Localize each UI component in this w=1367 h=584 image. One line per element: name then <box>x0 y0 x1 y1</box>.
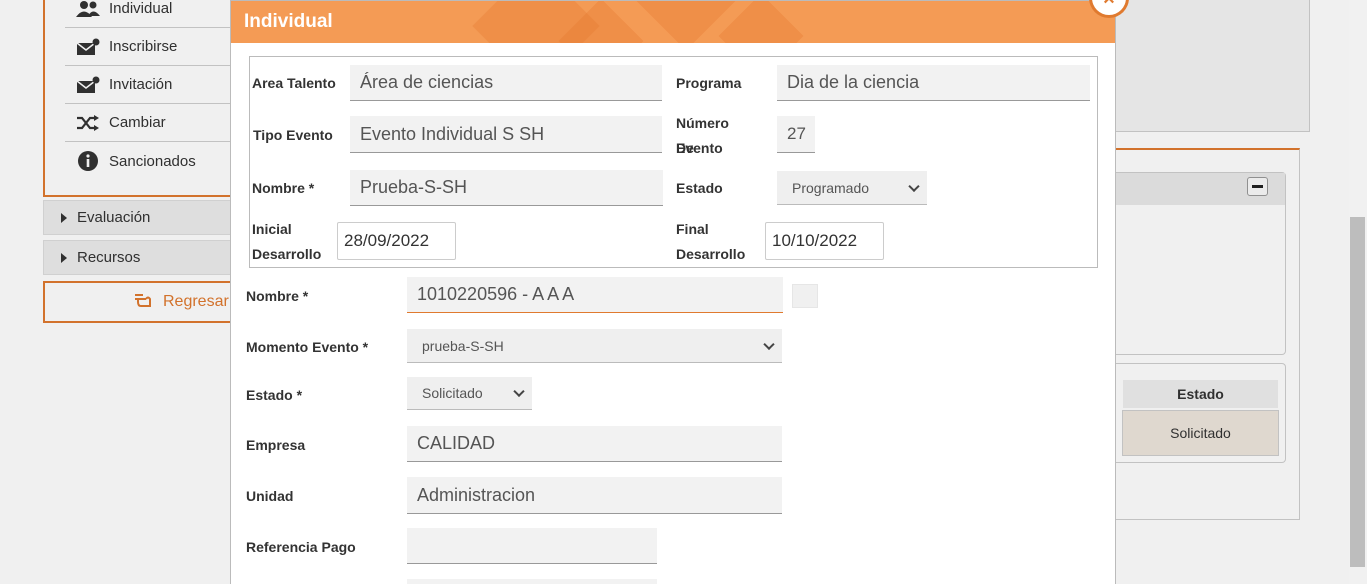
momento-evento-select[interactable]: prueba-S-SH <box>407 329 782 363</box>
final-desarrollo-label-2: Desarrollo <box>676 246 746 262</box>
unidad-field: Administracion <box>407 477 782 514</box>
nombre-label: Nombre * <box>246 288 309 304</box>
final-desarrollo-label: Final <box>676 221 709 237</box>
referencia-pago-input[interactable] <box>407 528 657 564</box>
chevron-down-icon <box>763 338 775 350</box>
close-icon: × <box>1103 0 1115 11</box>
next-field[interactable] <box>407 579 657 584</box>
final-desarrollo-date[interactable]: 10/10/2022 <box>765 222 884 260</box>
area-talento-label: Area Talento <box>252 75 336 91</box>
inicial-desarrollo-label: Inicial <box>252 221 292 237</box>
scrollbar-thumb[interactable] <box>1350 217 1365 567</box>
inicial-desarrollo-date[interactable]: 28/09/2022 <box>337 222 456 260</box>
chevron-down-icon <box>513 385 525 398</box>
area-talento-field: Área de ciencias <box>350 65 662 101</box>
event-info-box: Area Talento Área de ciencias Programa D… <box>249 56 1098 268</box>
nombre-checkbox[interactable] <box>792 284 818 308</box>
estado-evento-value: Programado <box>792 179 870 196</box>
modal-title: Individual <box>244 11 333 32</box>
nombre-evento-field: Prueba-S-SH <box>350 170 663 206</box>
tipo-evento-field: Evento Individual S SH <box>350 116 662 153</box>
momento-evento-label: Momento Evento * <box>246 339 369 355</box>
tipo-evento-label: Tipo Evento <box>253 127 333 143</box>
inicial-desarrollo-label-2: Desarrollo <box>252 246 322 262</box>
numero-evento-label-2: Evento <box>676 140 723 156</box>
estado-evento-label: Estado <box>676 180 723 196</box>
modal-dialog: Individual Area Talento Área de ciencias… <box>230 0 1116 584</box>
estado-value: Solicitado <box>422 385 483 401</box>
estado-evento-select[interactable]: Programado <box>777 171 927 205</box>
programa-field: Dia de la ciencia <box>777 65 1090 101</box>
estado-select[interactable]: Solicitado <box>407 377 532 410</box>
empresa-label: Empresa <box>246 437 306 453</box>
programa-label: Programa <box>676 75 742 91</box>
numero-evento-field: 27 <box>777 116 815 153</box>
unidad-label: Unidad <box>246 488 294 504</box>
modal-header: Individual <box>231 1 1115 43</box>
nombre-input[interactable]: 1010220596 - A A A <box>407 277 783 313</box>
chevron-down-icon <box>908 180 920 192</box>
referencia-pago-label: Referencia Pago <box>246 539 356 555</box>
nombre-evento-label: Nombre * <box>252 180 315 196</box>
estado-label: Estado * <box>246 387 303 403</box>
empresa-field: CALIDAD <box>407 426 782 462</box>
momento-evento-value: prueba-S-SH <box>422 337 504 354</box>
